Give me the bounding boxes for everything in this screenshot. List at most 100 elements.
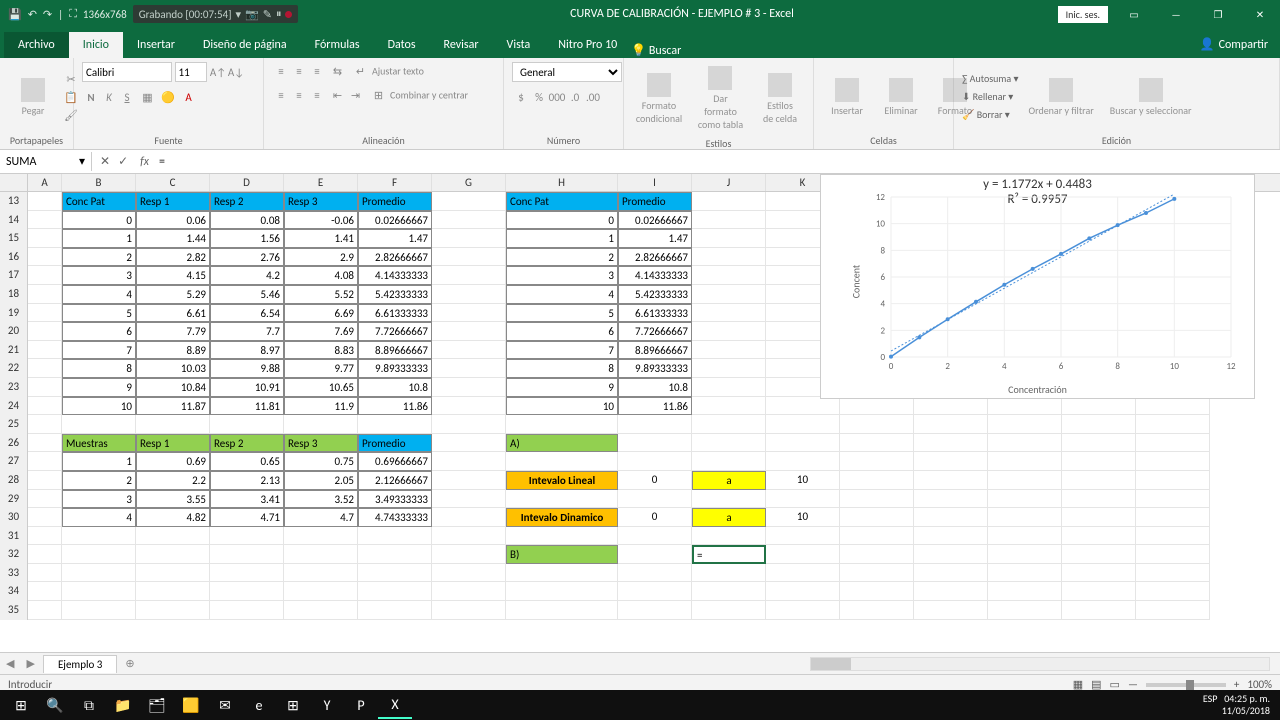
cell-G28[interactable] [432,471,506,490]
cell-G21[interactable] [432,341,506,360]
cell-G14[interactable] [432,211,506,230]
sheet-tab-active[interactable]: Ejemplo 3 [43,655,117,673]
cell-G34[interactable] [432,582,506,601]
cell-G16[interactable] [432,248,506,267]
cell-H15[interactable]: 1 [506,229,618,248]
cell-E18[interactable]: 5.52 [284,285,358,304]
cell-O28[interactable] [1062,471,1136,490]
cell-F24[interactable]: 11.86 [358,397,432,416]
cell-O32[interactable] [1062,545,1136,564]
cell-H34[interactable] [506,582,618,601]
row-header[interactable]: 20 [0,322,28,341]
cell-I33[interactable] [618,564,692,583]
cell-I13[interactable]: Promedio [618,192,692,211]
cell-B22[interactable]: 8 [62,359,136,378]
cell-K34[interactable] [766,582,840,601]
cell-F30[interactable]: 4.74333333 [358,508,432,527]
cell-C29[interactable]: 3.55 [136,490,210,509]
cell-H29[interactable] [506,490,618,509]
formula-input[interactable]: = [153,155,1280,169]
worksheet[interactable]: ABCDEFGHIJKLMNOP 13Conc PatResp 1Resp 2R… [0,174,1280,652]
cell-B17[interactable]: 3 [62,266,136,285]
cell-D25[interactable] [210,415,284,434]
cell-D23[interactable]: 10.91 [210,378,284,397]
cell-O35[interactable] [1062,601,1136,620]
cell-E23[interactable]: 10.65 [284,378,358,397]
cell-H28[interactable]: Intevalo Lineal [506,471,618,490]
tab-insert[interactable]: Insertar [123,32,189,58]
cell-A22[interactable] [28,359,62,378]
cell-F27[interactable]: 0.69666667 [358,452,432,471]
cell-A18[interactable] [28,285,62,304]
cell-J20[interactable] [692,322,766,341]
cell-H27[interactable] [506,452,618,471]
cell-A25[interactable] [28,415,62,434]
cell-J13[interactable] [692,192,766,211]
cell-A20[interactable] [28,322,62,341]
cell-B16[interactable]: 2 [62,248,136,267]
cell-E34[interactable] [284,582,358,601]
cell-I26[interactable] [618,434,692,453]
cell-A21[interactable] [28,341,62,360]
cell-C19[interactable]: 6.61 [136,304,210,323]
cell-O24[interactable] [1062,397,1136,416]
cell-E26[interactable]: Resp 3 [284,434,358,453]
cell-G20[interactable] [432,322,506,341]
cell-N27[interactable] [988,452,1062,471]
cell-J28[interactable]: a [692,471,766,490]
cell-P29[interactable] [1136,490,1210,509]
cell-E28[interactable]: 2.05 [284,471,358,490]
cell-K27[interactable] [766,452,840,471]
cell-C26[interactable]: Resp 1 [136,434,210,453]
cell-B31[interactable] [62,527,136,546]
row-header[interactable]: 22 [0,359,28,378]
ppt-icon[interactable]: P [344,691,378,719]
tab-file[interactable]: Archivo [4,32,69,58]
cell-F17[interactable]: 4.14333333 [358,266,432,285]
cell-F33[interactable] [358,564,432,583]
cell-L25[interactable] [840,415,914,434]
col-header-C[interactable]: C [136,174,210,191]
cell-C27[interactable]: 0.69 [136,452,210,471]
mail-icon[interactable]: ✉ [208,691,242,719]
cell-K24[interactable] [766,397,840,416]
ribbon-opts-icon[interactable]: ▭ [1114,0,1154,28]
cell-C22[interactable]: 10.03 [136,359,210,378]
cell-I20[interactable]: 7.72666667 [618,322,692,341]
cell-I21[interactable]: 8.89666667 [618,341,692,360]
yandex-icon[interactable]: Y [310,691,344,719]
cell-L34[interactable] [840,582,914,601]
row-header[interactable]: 33 [0,564,28,583]
cell-H22[interactable]: 8 [506,359,618,378]
cell-B34[interactable] [62,582,136,601]
cell-F23[interactable]: 10.8 [358,378,432,397]
cell-E15[interactable]: 1.41 [284,229,358,248]
name-box[interactable]: SUMA▾ [0,152,92,171]
row-header[interactable]: 23 [0,378,28,397]
insert-button[interactable]: Insertar [822,74,872,121]
cell-F29[interactable]: 3.49333333 [358,490,432,509]
cell-H18[interactable]: 4 [506,285,618,304]
cell-D24[interactable]: 11.81 [210,397,284,416]
cell-E14[interactable]: -0.06 [284,211,358,230]
row-header[interactable]: 31 [0,527,28,546]
win-icon[interactable]: ⊞ [276,691,310,719]
cell-I25[interactable] [618,415,692,434]
cell-O27[interactable] [1062,452,1136,471]
cell-E21[interactable]: 8.83 [284,341,358,360]
cell-A29[interactable] [28,490,62,509]
tab-layout[interactable]: Diseño de página [189,32,301,58]
cell-H31[interactable] [506,527,618,546]
chart[interactable]: y = 1.1772x + 0.4483 R² = 0.9957 Concent… [820,174,1255,399]
cell-B15[interactable]: 1 [62,229,136,248]
cell-A30[interactable] [28,508,62,527]
row-header[interactable]: 24 [0,397,28,416]
cell-D21[interactable]: 8.97 [210,341,284,360]
font-name-input[interactable] [82,62,172,82]
row-header[interactable]: 25 [0,415,28,434]
format-button[interactable]: Formato [930,74,980,121]
cell-A32[interactable] [28,545,62,564]
cell-C34[interactable] [136,582,210,601]
cell-C16[interactable]: 2.82 [136,248,210,267]
cell-I22[interactable]: 9.89333333 [618,359,692,378]
